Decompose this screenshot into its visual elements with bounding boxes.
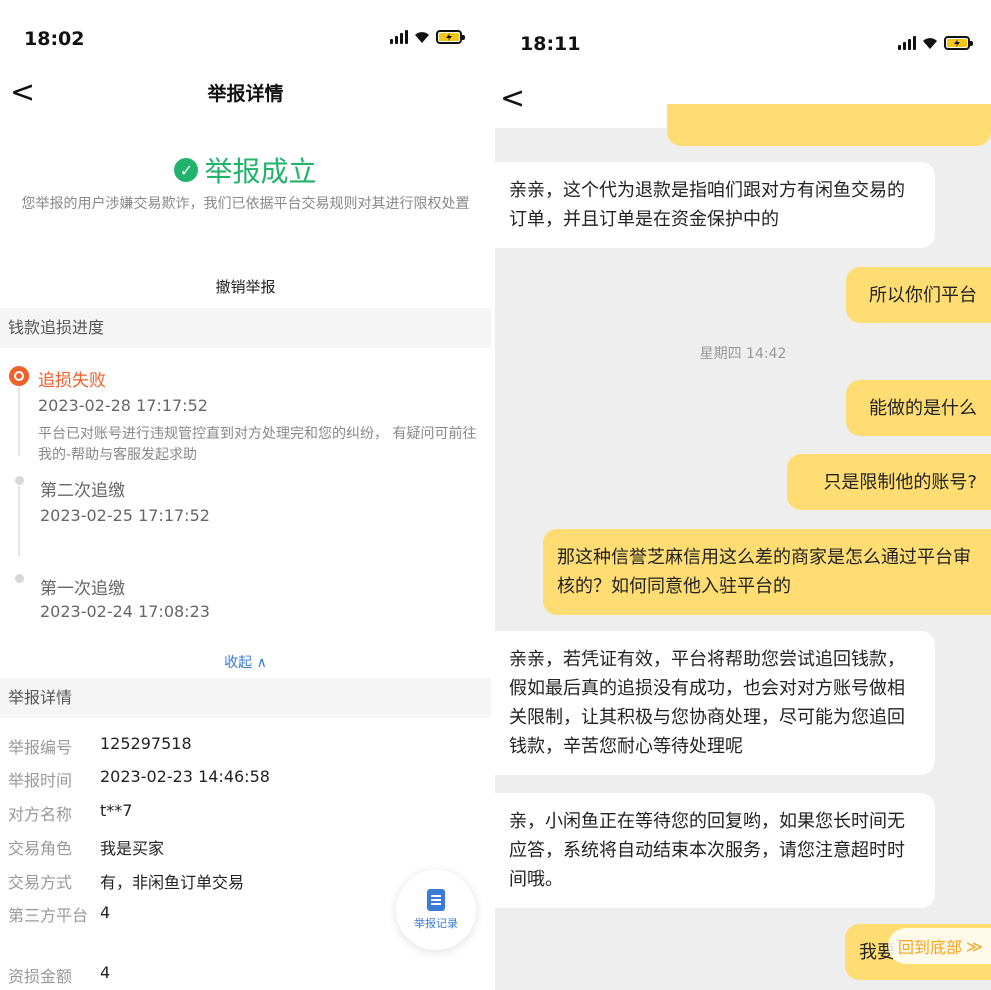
double-chevron-icon: ≫ (966, 936, 983, 956)
recovery-timeline: 追损失败 2023-02-28 17:17:52 平台已对账号进行违规管控直到对… (0, 356, 491, 646)
status-time: 18:11 (520, 33, 581, 55)
detail-value: 有，非闲鱼订单交易 (100, 873, 245, 892)
battery-icon (436, 30, 465, 44)
timeline-dot (15, 476, 24, 485)
detail-key: 交易方式 (8, 873, 73, 892)
detail-key: 第三方平台 (8, 906, 89, 925)
chat-screen: 18:11 < 亲亲，这个代为退款是指咱们跟对方有闲鱼交易的订单，并且订单是在资… (495, 0, 991, 990)
page-title: 举报详情 (207, 83, 284, 105)
timeline-item-title: 追损失败 (38, 371, 106, 391)
detail-value: 4 (100, 903, 111, 922)
timeline-item-title: 第二次追缴 (40, 481, 125, 501)
detail-key: 举报编号 (8, 738, 73, 757)
report-detail-screen: 18:02 < 举报详情 ✓ 举报成立 您举报的用户涉嫌交易欺诈，我们已依据平台… (0, 0, 491, 990)
detail-value: 125297518 (100, 734, 192, 753)
wifi-icon (922, 36, 938, 50)
wifi-icon (414, 30, 430, 44)
detail-row: 第三方平台 4 (8, 903, 110, 929)
detail-row: 对方名称 t**7 (8, 801, 132, 825)
detail-row: 交易方式 有，非闲鱼订单交易 (8, 869, 244, 893)
detail-value: 2023-02-23 14:46:58 (100, 767, 270, 786)
document-icon (427, 889, 445, 911)
detail-value: t**7 (100, 801, 133, 820)
scroll-to-bottom-button[interactable]: 回到底部 ≫ (888, 928, 991, 964)
check-circle-icon: ✓ (174, 158, 199, 182)
detail-row: 举报时间 2023-02-23 14:46:58 (8, 767, 270, 791)
message-bubble-out: 所以你们平台 (846, 267, 991, 323)
message-bubble-in: 亲亲，这个代为退款是指咱们跟对方有闲鱼交易的订单，并且订单是在资金保护中的 (495, 162, 935, 248)
back-button[interactable]: < (500, 84, 525, 114)
detail-key: 交易角色 (8, 839, 73, 858)
detail-row: 资损金额 4 (8, 963, 110, 987)
progress-section-header: 钱款追损进度 (0, 308, 491, 348)
message-timestamp: 星期四 14:42 (699, 346, 787, 362)
signal-icon (390, 30, 408, 44)
scroll-to-bottom-label: 回到底部 (898, 938, 963, 957)
timeline-item-date: 2023-02-24 17:08:23 (40, 602, 210, 621)
message-bubble-in: 亲亲，若凭证有效，平台将帮助您尝试追回钱款，假如最后真的追损没有成功，也会对对方… (495, 631, 935, 775)
timeline-item-title: 第一次追缴 (40, 579, 125, 599)
detail-section-header: 举报详情 (0, 678, 491, 718)
detail-row: 举报编号 125297518 (8, 734, 192, 758)
message-bubble-in: 亲，小闲鱼正在等待您的回复哟，如果您长时间无应答，系统将自动结束本次服务，请您注… (495, 793, 935, 908)
message-bubble-out: 那这种信誉芝麻信用这么差的商家是怎么通过平台审核的？如何同意他入驻平台的 (543, 529, 991, 615)
detail-key: 资损金额 (8, 967, 73, 986)
timeline-item-date: 2023-02-25 17:17:52 (40, 506, 210, 525)
timeline-item-note: 平台已对账号进行违规管控直到对方处理完和您的纠纷， 有疑问可前往我的-帮助与客服… (38, 426, 477, 463)
status-icons (390, 30, 465, 44)
timeline-item-date: 2023-02-28 17:17:52 (38, 396, 208, 415)
message-bubble-out (667, 104, 991, 146)
revoke-report-button[interactable]: 撤销举报 (0, 276, 491, 297)
fail-icon (9, 366, 29, 386)
status-title: 举报成立 (204, 155, 317, 188)
status-description: 您举报的用户涉嫌交易欺诈，我们已依据平台交易规则对其进行限权处置 (21, 196, 470, 212)
report-status: ✓ 举报成立 (0, 150, 491, 190)
timeline-line (18, 486, 20, 556)
signal-icon (898, 36, 916, 50)
status-time: 18:02 (24, 28, 85, 50)
battery-icon (944, 36, 973, 50)
timeline-dot (15, 574, 24, 583)
detail-row: 交易角色 我是买家 (8, 835, 164, 859)
message-bubble-out: 只是限制他的账号? (787, 454, 991, 510)
message-bubble-out: 能做的是什么 (846, 380, 991, 436)
detail-key: 对方名称 (8, 805, 73, 824)
report-records-button[interactable]: 举报记录 (396, 870, 476, 950)
detail-key: 举报时间 (8, 771, 73, 790)
report-records-label: 举报记录 (414, 917, 458, 930)
detail-value: 4 (100, 963, 111, 982)
timeline-line (18, 386, 20, 456)
collapse-button[interactable]: 收起 ∧ (0, 652, 491, 672)
detail-value: 我是买家 (100, 839, 165, 858)
status-icons (898, 36, 973, 50)
